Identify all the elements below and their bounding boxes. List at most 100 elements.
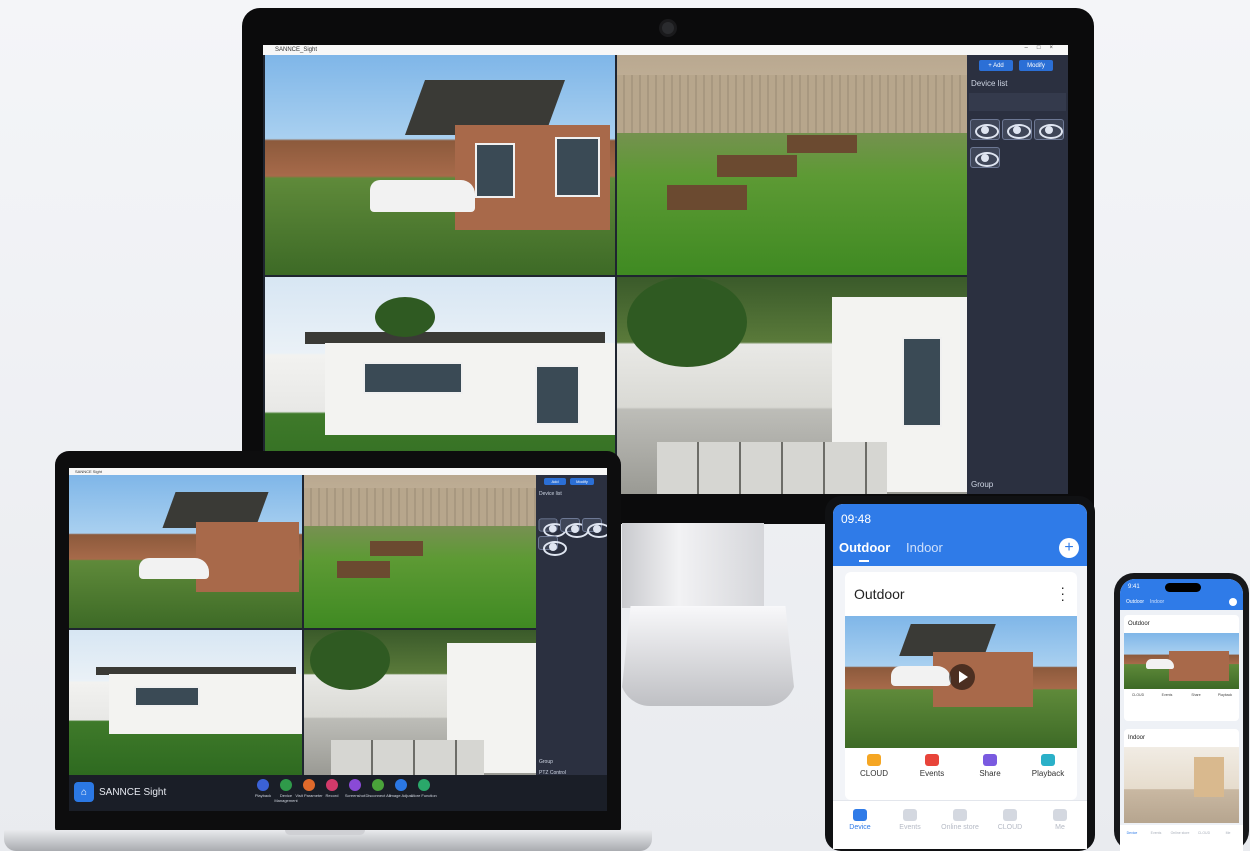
add-device-icon[interactable] <box>1229 598 1237 606</box>
nav-online-store[interactable]: Online store <box>935 809 985 831</box>
camera-preview[interactable] <box>845 616 1077 748</box>
nav-events[interactable]: Events <box>885 809 935 831</box>
nav-events[interactable]: Events <box>1146 831 1166 835</box>
toolbar-label: More Function <box>411 793 437 798</box>
webcam-icon <box>659 19 677 37</box>
window <box>475 143 515 198</box>
camera-channel-icon[interactable] <box>970 119 1000 140</box>
toolbar-more-function-button[interactable]: More Function <box>410 779 438 798</box>
app-header: 09:48 Outdoor Indoor + <box>833 504 1087 566</box>
action-share-button[interactable]: Share <box>961 754 1019 778</box>
action-cloud-button[interactable]: CLOUD <box>1124 693 1152 697</box>
laptop-notch <box>285 830 365 835</box>
app-name: SANNCE Sight <box>99 787 167 798</box>
camera-preview[interactable] <box>1124 633 1239 689</box>
nav-me[interactable]: Me <box>1218 831 1238 835</box>
garden-bed <box>370 541 423 556</box>
status-time: 09:48 <box>841 512 872 526</box>
more-function-icon <box>418 779 430 791</box>
camera-view-4[interactable] <box>617 277 967 494</box>
action-playback-button[interactable]: Playback <box>1019 754 1077 778</box>
tab-indoor[interactable]: Indoor <box>1150 599 1164 605</box>
modify-button[interactable]: Modify <box>570 478 594 485</box>
tablet: 09:48 Outdoor Indoor + Outdoor · · · CLOUD… <box>825 496 1095 851</box>
camera-view-2[interactable] <box>617 55 967 275</box>
camera-channel-icon[interactable] <box>1034 119 1064 140</box>
nav-online-store[interactable]: Online store <box>1170 831 1190 835</box>
modify-button[interactable]: Modify <box>1019 60 1053 71</box>
camera-channel-icon[interactable] <box>582 518 607 538</box>
action-share-button[interactable]: Share <box>1182 693 1210 697</box>
group-label[interactable]: Group <box>971 480 993 489</box>
bottom-toolbar: ⌂ SANNCE Sight Playback Device Management… <box>69 775 607 811</box>
camera-view-1[interactable] <box>265 55 615 275</box>
add-button[interactable]: Add <box>544 478 566 485</box>
camera-channel-icon[interactable] <box>560 518 589 538</box>
monitor-stand <box>622 523 764 608</box>
events-icon <box>903 809 917 821</box>
house-wall <box>196 522 299 592</box>
device-list-label: Device list <box>971 79 1008 88</box>
patio-path <box>657 442 887 494</box>
window-controls[interactable]: –□× <box>1025 45 1062 51</box>
tab-outdoor[interactable]: Outdoor <box>839 540 890 555</box>
camera-channel-icon[interactable] <box>538 518 567 538</box>
status-time: 9:41 <box>1128 584 1140 590</box>
monitor-base <box>620 606 796 706</box>
app-logo-icon: ⌂ <box>74 782 94 802</box>
screenshot-icon <box>349 779 361 791</box>
action-events-button[interactable]: Events <box>903 754 961 778</box>
camera-view-2[interactable] <box>304 475 536 628</box>
action-events-button[interactable]: Events <box>1153 693 1181 697</box>
desktop-monitor: SANNCE_Sight –□× + Add Modify Device lis… <box>242 8 1094 523</box>
device-row[interactable] <box>969 93 1066 111</box>
nav-device[interactable]: Device <box>1122 831 1142 835</box>
visit-parameter-icon <box>303 779 315 791</box>
outdoor-card: Outdoor · · · CLOUD Events Share Playback <box>845 572 1077 800</box>
me-icon <box>1053 809 1067 821</box>
camera-view-1[interactable] <box>69 475 302 628</box>
car <box>1146 659 1174 669</box>
camera-grid <box>265 55 967 502</box>
add-device-icon[interactable]: + <box>1059 538 1079 558</box>
group-label[interactable]: Group <box>539 759 553 765</box>
device-list-label: Device list <box>539 491 562 497</box>
car <box>139 558 209 579</box>
more-options-icon[interactable]: · · · <box>1060 580 1065 606</box>
action-label: Share <box>979 769 1001 778</box>
tab-outdoor[interactable]: Outdoor <box>1126 599 1144 605</box>
device-management-icon <box>280 779 292 791</box>
nav-cloud[interactable]: CLOUD <box>1194 831 1214 835</box>
garden-bed <box>337 561 390 578</box>
camera-view-4[interactable] <box>304 630 536 775</box>
action-cloud-button[interactable]: CLOUD <box>845 754 903 778</box>
disconnect-all-icon <box>372 779 384 791</box>
camera-channel-icon[interactable] <box>1002 119 1032 140</box>
nav-cloud[interactable]: CLOUD <box>985 809 1035 831</box>
action-label: Events <box>919 769 945 778</box>
nav-device[interactable]: Device <box>835 809 885 831</box>
card-title: Outdoor <box>854 586 905 602</box>
action-label: CLOUD <box>859 769 888 778</box>
camera-channel-icon[interactable] <box>970 147 1000 168</box>
events-icon <box>925 754 939 766</box>
laptop: SANNCE Sight Add Modify Device list Grou… <box>55 451 621 832</box>
add-button[interactable]: + Add <box>979 60 1013 71</box>
active-tab-indicator <box>859 560 869 562</box>
camera-preview[interactable] <box>1124 747 1239 823</box>
tab-indoor[interactable]: Indoor <box>906 540 943 555</box>
action-label: Playback <box>1031 769 1065 778</box>
cloud-icon <box>1003 809 1017 821</box>
nav-me[interactable]: Me <box>1035 809 1085 831</box>
window <box>363 362 463 394</box>
camera-channel-icon[interactable] <box>538 536 567 556</box>
camera-view-3[interactable] <box>69 630 302 775</box>
car <box>370 180 475 212</box>
card-title: Outdoor <box>1128 621 1150 627</box>
dynamic-island <box>1165 583 1201 592</box>
play-icon[interactable] <box>949 664 975 690</box>
nav-label: Me <box>1055 824 1065 831</box>
nav-label: CLOUD <box>997 824 1023 831</box>
action-playback-button[interactable]: Playback <box>1211 693 1239 697</box>
indoor-card: Indoor <box>1124 729 1239 823</box>
